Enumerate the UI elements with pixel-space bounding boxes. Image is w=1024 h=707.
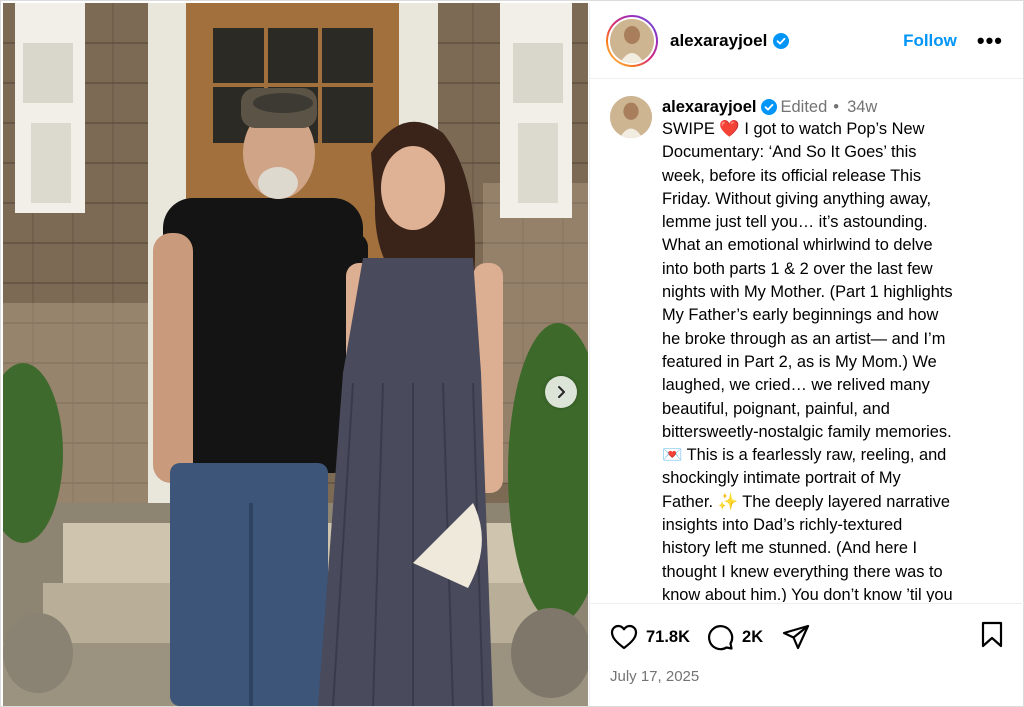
post-frame: alexarayjoel Follow ••• alexarayjoel Edi… [0,0,1024,707]
caption-line: history left me stunned. (And here I [662,539,918,558]
chevron-right-icon [558,386,565,398]
caption-line: Documentary: ‘And So It Goes’ this [662,143,917,162]
caption-text: SWIPE ❤️ I got to watch Pop’s New Documen… [662,118,1004,602]
header-username[interactable]: alexarayjoel [670,31,767,51]
avatar-image [610,96,652,138]
caption-line: shockingly intimate portrait of My [662,469,901,488]
caption-username[interactable]: alexarayjoel [662,96,757,118]
bookmark-icon [981,621,1003,647]
save-button[interactable] [980,621,1004,654]
caption-header: alexarayjoel Edited • 34w [662,96,1004,118]
comment-icon [708,625,734,651]
photo-illustration [3,3,588,706]
verified-badge-icon [773,32,790,49]
avatar-image [610,18,654,63]
caption-line: What an emotional whirlwind to delve [662,236,933,255]
meta-separator: • [833,98,840,116]
caption-line: know about him.) You don’t know ’til you [662,585,953,602]
caption-line: Friday. Without giving anything away, [662,189,932,208]
avatar [610,18,654,63]
follow-button[interactable]: Follow [903,31,957,51]
caption-line: insights into Dad’s richly-textured [662,516,903,535]
caption-body: alexarayjoel Edited • 34w SWIPE ❤️ I got… [662,96,1004,602]
post-photo[interactable] [3,3,588,706]
more-options-button[interactable]: ••• [977,29,1003,52]
share-button[interactable] [781,623,811,651]
caption-row: alexarayjoel Edited • 34w SWIPE ❤️ I got… [610,96,1004,602]
next-photo-button[interactable] [545,376,577,408]
caption-scroll-area[interactable]: alexarayjoel Edited • 34w SWIPE ❤️ I got… [590,80,1024,602]
caption-line: thought I knew everything there was to [662,562,943,581]
post-header: alexarayjoel Follow ••• [590,3,1023,79]
caption-line: 💌 This is a fearlessly raw, reeling, and [662,446,947,465]
caption-line: laughed, we cried… we relived many [662,376,930,395]
comment-button[interactable]: 2K [706,623,763,651]
story-ring[interactable] [606,14,658,67]
like-button[interactable]: 71.8K [610,624,690,650]
heart-icon [610,624,638,650]
comment-count[interactable]: 2K [742,628,763,647]
caption-line: week, before its official release This [662,166,922,185]
verified-badge-icon [760,99,777,115]
share-icon [783,624,810,650]
like-count[interactable]: 71.8K [646,628,690,647]
avatar-frame [608,16,656,65]
caption-avatar[interactable] [610,96,652,138]
post-age[interactable]: 34w [847,96,877,118]
caption-line: nights with My Mother. (Part 1 highlight… [662,283,953,302]
caption-line: he broke through as an artist— and I’m [662,329,946,348]
post-side-panel: alexarayjoel Follow ••• alexarayjoel Edi… [589,3,1024,706]
caption-line: featured in Part 2, as is My Mom.) We [662,352,937,371]
caption-line: bittersweetly-nostalgic family memories. [662,422,952,441]
caption-line: Father. ✨ The deeply layered narrative [662,492,950,511]
edited-label: Edited [780,98,828,116]
caption-line: My Father’s early beginnings and how [662,306,939,325]
action-row: 71.8K 2K [610,621,1004,654]
caption-line: SWIPE ❤️ I got to watch Pop’s New [662,120,925,138]
post-actions: 71.8K 2K July 17, 2025 [590,603,1024,706]
caption-line: beautiful, poignant, painful, and [662,399,890,418]
caption-line: lemme just tell you… it’s astounding. [662,213,928,232]
post-date[interactable]: July 17, 2025 [610,668,1004,685]
caption-line: into both parts 1 & 2 over the last few [662,259,933,278]
